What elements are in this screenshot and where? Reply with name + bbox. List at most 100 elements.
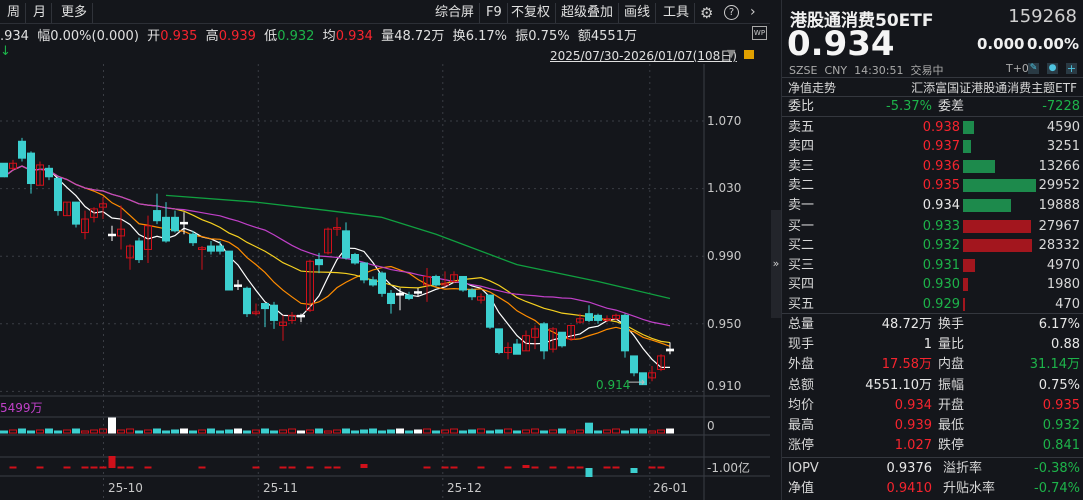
volume-bar bbox=[486, 430, 494, 434]
arrow-right-icon: ⟶ bbox=[628, 375, 646, 389]
ask-row[interactable]: 卖五 0.938 4590 bbox=[788, 118, 1080, 137]
ask-row[interactable]: 卖一 0.934 19888 bbox=[788, 196, 1080, 215]
wp-icon[interactable]: WP bbox=[752, 26, 767, 40]
stat-label: 跌停 bbox=[938, 438, 965, 454]
candle-body bbox=[162, 216, 170, 242]
candle-body bbox=[27, 152, 35, 185]
flow-bar bbox=[657, 466, 665, 469]
amount-value: 4551万 bbox=[590, 29, 637, 44]
no-adjust-button[interactable]: 不复权 bbox=[506, 3, 557, 23]
candle-body bbox=[18, 140, 26, 159]
stat-label: 总额 bbox=[788, 377, 815, 393]
add-icon[interactable]: + bbox=[1066, 63, 1077, 74]
stat-value: 31.14万 bbox=[1029, 357, 1080, 373]
tab-month[interactable]: 月 bbox=[28, 3, 53, 23]
candle-body bbox=[432, 275, 440, 286]
flow-bar bbox=[630, 468, 638, 473]
bell-icon[interactable]: ● bbox=[1047, 63, 1058, 74]
nav-trend-link[interactable]: 净值走势 bbox=[788, 79, 836, 96]
level-price: 0.931 bbox=[922, 257, 960, 273]
bid-row[interactable]: 买三 0.931 4970 bbox=[788, 256, 1080, 275]
candle-body bbox=[495, 328, 503, 354]
y-tick: 0.990 bbox=[707, 249, 742, 263]
candle-body bbox=[360, 262, 368, 281]
candle-body bbox=[234, 284, 242, 287]
volume-bar bbox=[468, 429, 476, 434]
flow-bar bbox=[117, 466, 125, 469]
date-range[interactable]: 2025/07/30-2026/01/07(108日) bbox=[550, 47, 737, 64]
candle-body bbox=[72, 201, 80, 225]
y-tick: 0.910 bbox=[707, 379, 742, 393]
stat-label: 内盘 bbox=[938, 357, 965, 373]
volume-bar bbox=[963, 239, 1033, 253]
volume-bar bbox=[9, 429, 17, 434]
volume-bar bbox=[270, 430, 278, 434]
f9-button[interactable]: F9 bbox=[481, 3, 508, 23]
volume-value: 48.72万 bbox=[394, 29, 445, 44]
bid-row[interactable]: 买五 0.929 470 bbox=[788, 295, 1080, 314]
bid-row[interactable]: 买二 0.932 28332 bbox=[788, 236, 1080, 255]
candle-body bbox=[459, 275, 467, 291]
volume-bar bbox=[963, 297, 965, 311]
fund-full-name: 汇添富国证港股通消费主题ETF bbox=[911, 81, 1077, 95]
tools-button[interactable]: 工具 bbox=[658, 3, 696, 23]
flow-bar bbox=[9, 466, 17, 469]
volume-bar bbox=[171, 429, 179, 434]
flow-bar bbox=[144, 466, 152, 469]
stat-label: 净值 bbox=[788, 481, 815, 497]
range-dropdown-icon[interactable]: ▼ bbox=[727, 47, 735, 60]
volume-bar bbox=[963, 159, 996, 173]
volume-bar bbox=[18, 428, 26, 434]
stat-value: 48.72万 bbox=[881, 317, 932, 332]
flow-bar bbox=[198, 466, 206, 469]
volume-bar bbox=[117, 429, 125, 434]
stat-row: 总额 4551.10万 振幅 0.75% bbox=[788, 376, 1080, 395]
volume-bar bbox=[963, 121, 975, 134]
draw-line-button[interactable]: 画线 bbox=[619, 3, 657, 23]
tab-week[interactable]: 周 bbox=[2, 3, 27, 23]
bid-row[interactable]: 买一 0.933 27967 bbox=[788, 217, 1080, 236]
candle-body bbox=[585, 313, 593, 321]
current-price: 0.934 bbox=[787, 24, 895, 64]
stat-label: 最高 bbox=[788, 418, 815, 433]
order-diff: -7228 bbox=[1042, 99, 1080, 114]
stat-label: IOPV bbox=[788, 461, 819, 476]
stat-value: 1 bbox=[923, 337, 932, 353]
volume-bar bbox=[333, 429, 341, 434]
stat-label: 最低 bbox=[938, 418, 965, 433]
volume-bar bbox=[963, 140, 971, 154]
volume-bar bbox=[423, 428, 431, 434]
volume-bar bbox=[36, 429, 44, 434]
level-volume: 3251 bbox=[1046, 139, 1080, 155]
chevron-right-icon[interactable]: › bbox=[750, 4, 756, 20]
bid-row[interactable]: 买四 0.930 1980 bbox=[788, 275, 1080, 294]
volume-bar bbox=[387, 429, 395, 434]
volume-bar bbox=[243, 430, 251, 434]
gear-icon[interactable]: ⚙ bbox=[700, 4, 713, 22]
kline-chart[interactable] bbox=[0, 64, 770, 500]
volume-bar bbox=[621, 430, 629, 434]
flow-bar bbox=[576, 466, 584, 469]
x-tick: 26-01 bbox=[653, 481, 688, 495]
ask-row[interactable]: 卖三 0.936 13266 bbox=[788, 157, 1080, 176]
question-circle-icon[interactable]: ? bbox=[724, 5, 739, 20]
flow-bar bbox=[603, 466, 611, 469]
composite-screen-button[interactable]: 综合屏 bbox=[430, 3, 481, 23]
order-ratio-row: 委比 -5.37% 委差 -7228 bbox=[788, 99, 1080, 114]
volume-bar bbox=[963, 179, 1036, 193]
super-overlay-button[interactable]: 超级叠加 bbox=[556, 3, 620, 23]
ask-row[interactable]: 卖四 0.937 3251 bbox=[788, 137, 1080, 156]
swing-value: 0.75% bbox=[528, 29, 570, 44]
lock-icon[interactable] bbox=[744, 50, 754, 59]
collapse-panel-button[interactable]: » bbox=[771, 210, 781, 318]
volume-bar bbox=[180, 428, 188, 434]
ask-row[interactable]: 卖二 0.935 29952 bbox=[788, 176, 1080, 195]
edit-icon[interactable]: ✎ bbox=[1028, 63, 1039, 74]
stat-label: 换手 bbox=[938, 317, 965, 332]
candle-body bbox=[180, 221, 188, 225]
candle-body bbox=[342, 230, 350, 259]
volume-bar bbox=[315, 428, 323, 434]
tab-more[interactable]: 更多 bbox=[56, 3, 94, 23]
candle-body bbox=[540, 323, 548, 352]
open-value: 0.935 bbox=[160, 29, 198, 44]
